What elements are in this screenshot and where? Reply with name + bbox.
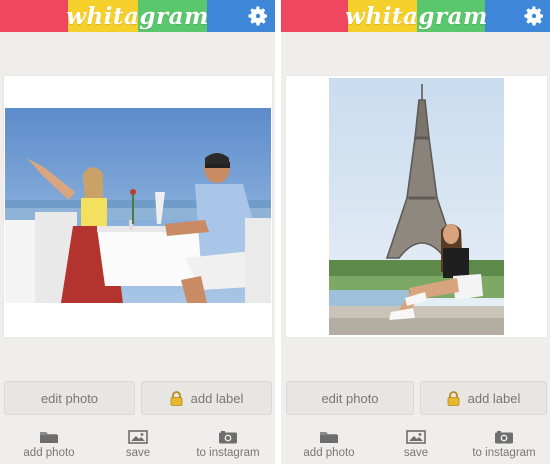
nav-save[interactable]: save xyxy=(116,424,160,464)
camera-icon xyxy=(495,431,513,444)
image-icon xyxy=(128,430,148,444)
edit-photo-button[interactable]: edit photo xyxy=(4,381,135,415)
nav-save-label: save xyxy=(125,447,151,459)
image-icon xyxy=(406,430,426,444)
settings-gear-icon[interactable] xyxy=(246,4,270,28)
nav-add-photo[interactable]: add photo xyxy=(298,424,360,464)
bottom-nav: add photo save to instagram xyxy=(281,424,550,464)
nav-to-instagram[interactable]: to instagram xyxy=(192,424,264,464)
folder-icon xyxy=(40,432,58,443)
lock-icon xyxy=(447,390,460,406)
phone-screen-right: whitagram edit photo add label add photo… xyxy=(281,0,550,464)
nav-add-photo[interactable]: add photo xyxy=(18,424,80,464)
app-logo: whitagram xyxy=(345,2,488,30)
add-label-button[interactable]: add label xyxy=(141,381,272,415)
nav-add-photo-label: add photo xyxy=(303,447,355,459)
header-red-segment xyxy=(0,0,68,32)
nav-to-instagram[interactable]: to instagram xyxy=(467,424,541,464)
header-red-segment xyxy=(281,0,348,32)
settings-gear-icon[interactable] xyxy=(522,4,546,28)
folder-icon xyxy=(320,432,338,443)
nav-add-photo-label: add photo xyxy=(23,447,75,459)
edit-photo-button[interactable]: edit photo xyxy=(286,381,414,415)
lock-icon xyxy=(170,390,183,406)
nav-save[interactable]: save xyxy=(394,424,438,464)
app-logo: whitagram xyxy=(66,2,209,30)
phone-screen-left: whitagram edit photo add label add photo… xyxy=(0,0,275,464)
nav-save-label: save xyxy=(403,447,429,459)
nav-to-instagram-label: to instagram xyxy=(472,447,536,459)
photo-preview[interactable] xyxy=(329,78,504,335)
bottom-nav: add photo save to instagram xyxy=(0,424,275,464)
camera-icon xyxy=(219,431,237,444)
add-label-text: add label xyxy=(190,390,244,406)
photo-card xyxy=(4,76,272,337)
nav-to-instagram-label: to instagram xyxy=(196,447,260,459)
photo-card xyxy=(286,76,547,337)
add-label-button[interactable]: add label xyxy=(420,381,547,415)
photo-preview[interactable] xyxy=(5,108,271,303)
add-label-text: add label xyxy=(467,390,521,406)
